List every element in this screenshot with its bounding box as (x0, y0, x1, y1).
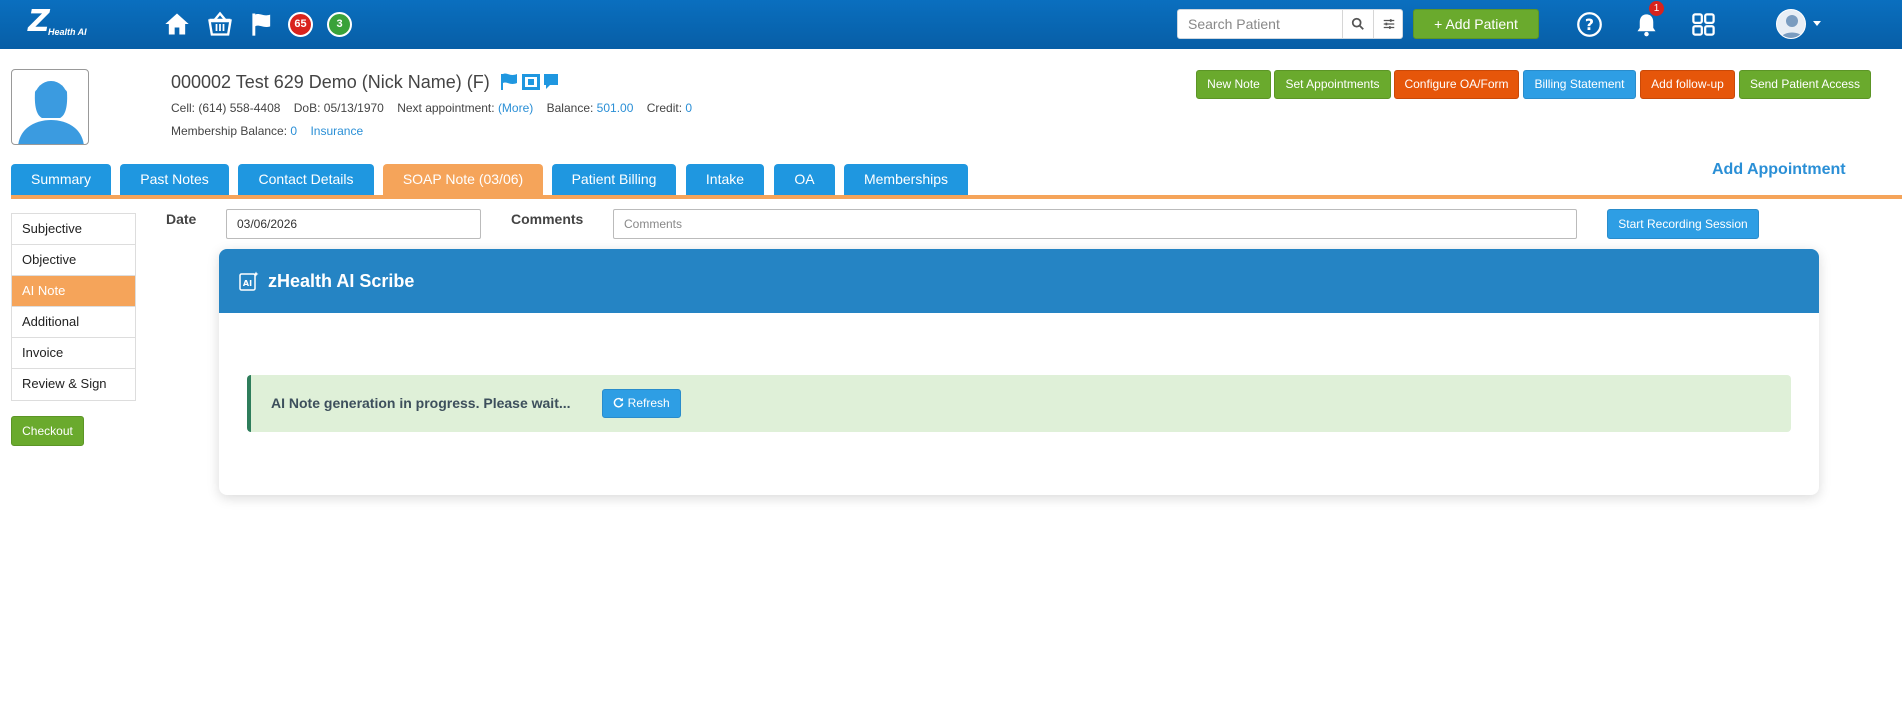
new-note-button[interactable]: New Note (1196, 70, 1271, 99)
chat-icon[interactable] (544, 74, 558, 89)
ai-document-icon: AI (239, 271, 259, 291)
add-appointment-link[interactable]: Add Appointment (1712, 161, 1846, 179)
help-icon[interactable]: ? (1576, 11, 1603, 38)
dob-label: DoB: (293, 101, 321, 115)
membership-line: Membership Balance: 0 Insurance (171, 124, 363, 138)
send-patient-access-button[interactable]: Send Patient Access (1739, 70, 1871, 99)
svg-text:AI: AI (243, 279, 252, 288)
logo-mark: Z (28, 4, 50, 39)
notification-count-badge: 1 (1649, 1, 1664, 16)
credit-label: Credit: (646, 101, 683, 115)
membership-balance-value[interactable]: 0 (290, 124, 297, 138)
patient-photo[interactable] (11, 69, 89, 145)
search-icon[interactable] (1342, 10, 1372, 38)
apps-grid-icon[interactable] (1690, 11, 1717, 38)
configure-oa-form-button[interactable]: Configure OA/Form (1394, 70, 1519, 99)
user-menu-caret-icon[interactable] (1813, 21, 1821, 26)
app-logo[interactable]: Z Health AI (28, 4, 92, 40)
tab-soap-note[interactable]: SOAP Note (03/06) (383, 164, 543, 195)
billing-statement-button[interactable]: Billing Statement (1523, 70, 1636, 99)
refresh-icon (614, 397, 624, 408)
add-followup-button[interactable]: Add follow-up (1640, 70, 1735, 99)
add-patient-button[interactable]: + Add Patient (1413, 9, 1539, 39)
tab-patient-billing[interactable]: Patient Billing (552, 164, 676, 195)
patient-flag-icon[interactable] (501, 73, 517, 90)
generation-status-alert: AI Note generation in progress. Please w… (247, 375, 1791, 432)
side-item-objective[interactable]: Objective (12, 245, 135, 276)
refresh-label: Refresh (627, 396, 670, 410)
patient-name: 000002 Test 629 Demo (Nick Name) (F) (171, 72, 490, 92)
tab-summary[interactable]: Summary (11, 164, 111, 195)
side-item-invoice[interactable]: Invoice (12, 338, 135, 369)
balance-label: Balance: (546, 101, 594, 115)
filter-sliders-icon[interactable] (1373, 10, 1403, 38)
side-item-subjective[interactable]: Subjective (12, 214, 135, 245)
soap-side-menu: Subjective Objective AI Note Additional … (11, 213, 136, 401)
generation-status-text: AI Note generation in progress. Please w… (271, 395, 571, 411)
home-icon[interactable] (163, 10, 191, 38)
basket-icon[interactable] (206, 10, 234, 38)
cell-label: Cell: (171, 101, 196, 115)
insurance-link[interactable]: Insurance (310, 124, 363, 138)
cell-value: (614) 558-4408 (198, 101, 281, 115)
side-item-ai-note[interactable]: AI Note (12, 276, 135, 307)
tab-underline (11, 195, 1902, 199)
id-card-icon[interactable] (522, 74, 540, 90)
patient-search (1177, 9, 1403, 39)
more-appointments-link[interactable]: (More) (498, 101, 533, 115)
date-field[interactable]: 03/06/2026 (226, 209, 481, 239)
balance-value[interactable]: 501.00 (597, 101, 634, 115)
user-avatar[interactable] (1776, 9, 1806, 39)
checkout-button[interactable]: Checkout (11, 416, 84, 446)
tab-memberships[interactable]: Memberships (844, 164, 968, 195)
ai-scribe-panel: AI zHealth AI Scribe AI Note generation … (219, 249, 1819, 495)
membership-balance-label: Membership Balance: (171, 124, 288, 138)
search-input[interactable] (1178, 10, 1342, 38)
start-recording-button[interactable]: Start Recording Session (1607, 209, 1759, 239)
patient-contact-line: Cell: (614) 558-4408 DoB: 05/13/1970 Nex… (171, 101, 692, 115)
comments-label: Comments (511, 211, 584, 227)
logo-text: Health AI (48, 27, 87, 37)
side-item-review-sign[interactable]: Review & Sign (12, 369, 135, 400)
comments-field[interactable]: Comments (613, 209, 1577, 239)
next-appointment-label: Next appointment: (397, 101, 495, 115)
dob-value: 05/13/1970 (323, 101, 384, 115)
tab-intake[interactable]: Intake (686, 164, 764, 195)
refresh-button[interactable]: Refresh (602, 389, 681, 418)
ai-scribe-header: AI zHealth AI Scribe (219, 249, 1819, 313)
tab-oa[interactable]: OA (774, 164, 835, 195)
svg-text:?: ? (1585, 15, 1594, 34)
green-count-badge[interactable]: 3 (327, 12, 352, 37)
red-count-badge[interactable]: 65 (288, 12, 313, 37)
set-appointments-button[interactable]: Set Appointments (1274, 70, 1391, 99)
credit-value[interactable]: 0 (685, 101, 692, 115)
flag-icon[interactable] (248, 10, 276, 38)
tab-past-notes[interactable]: Past Notes (120, 164, 229, 195)
patient-flags (500, 72, 560, 92)
date-label: Date (166, 211, 197, 227)
top-navbar: Z Health AI 65 3 + Add Patient ? 1 (0, 0, 1902, 49)
ai-scribe-title: zHealth AI Scribe (268, 271, 415, 291)
side-item-additional[interactable]: Additional (12, 307, 135, 338)
tab-contact-details[interactable]: Contact Details (238, 164, 374, 195)
